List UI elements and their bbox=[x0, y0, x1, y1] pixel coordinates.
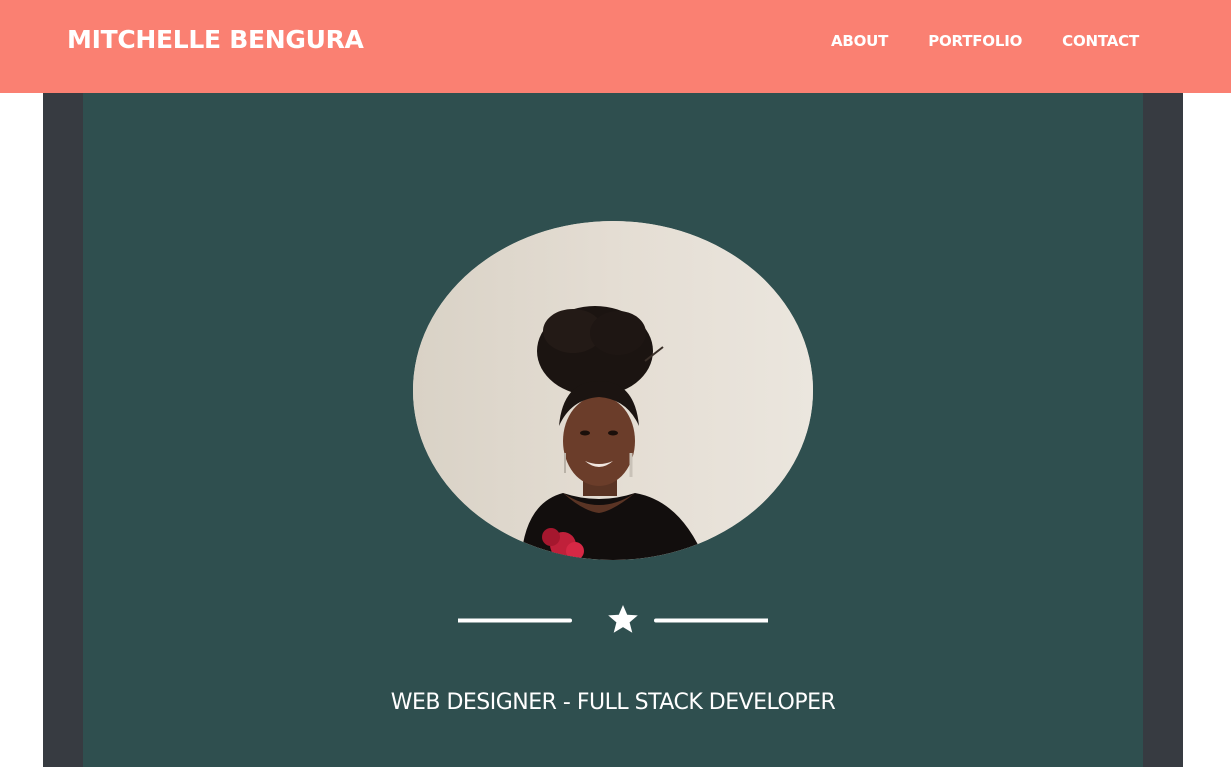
nav-link-contact[interactable]: CONTACT bbox=[1062, 32, 1139, 50]
nav-link-portfolio[interactable]: PORTFOLIO bbox=[928, 32, 1022, 50]
nav-links: ABOUT PORTFOLIO CONTACT bbox=[791, 32, 1139, 50]
profile-photo bbox=[413, 221, 813, 560]
star-icon bbox=[608, 605, 638, 633]
brand-logo[interactable]: MITCHELLE BENGURA bbox=[67, 25, 364, 54]
nav-link-about[interactable]: ABOUT bbox=[831, 32, 888, 50]
hero-subtitle: WEB DESIGNER - FULL STACK DEVELOPER bbox=[390, 690, 836, 715]
navbar: MITCHELLE BENGURA ABOUT PORTFOLIO CONTAC… bbox=[0, 0, 1231, 93]
star-divider bbox=[458, 605, 768, 633]
